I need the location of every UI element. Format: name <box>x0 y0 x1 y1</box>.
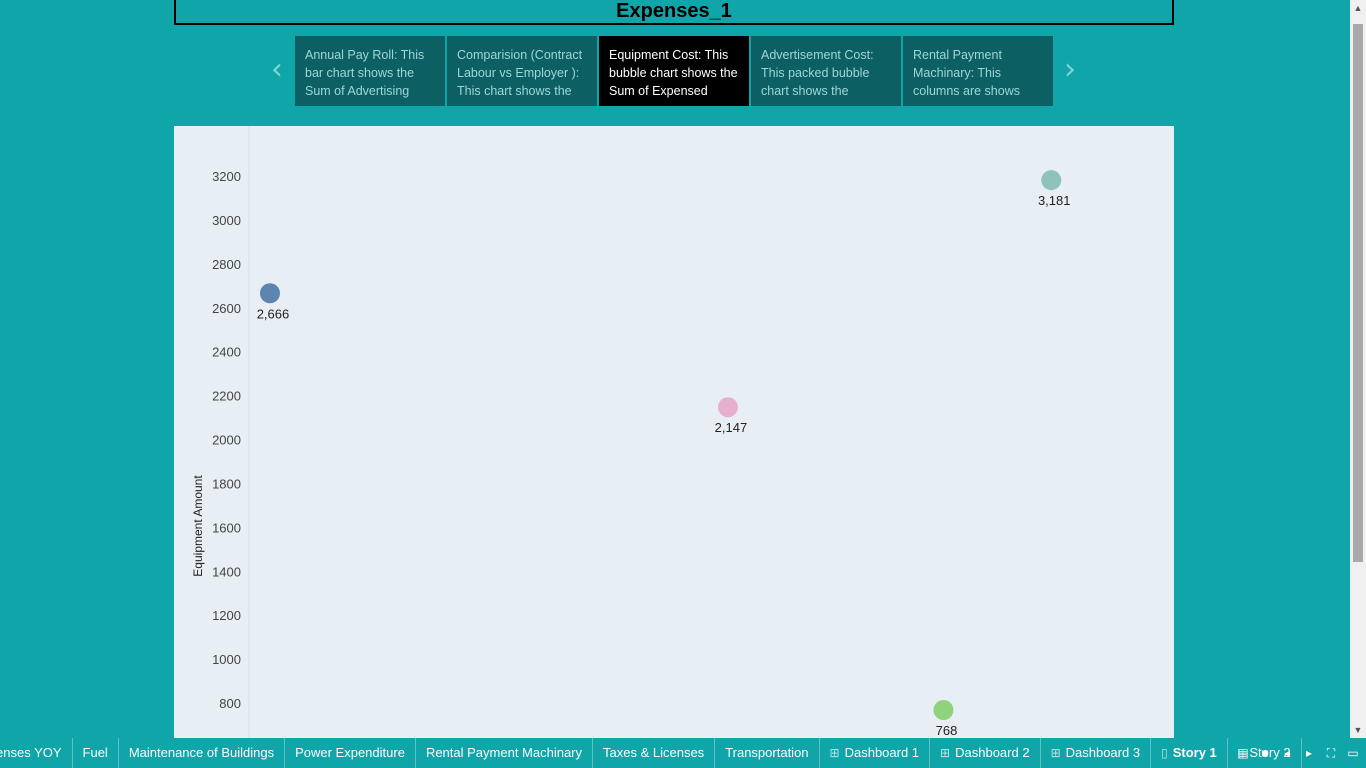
tab-dashboard-3[interactable]: ⊞ Dashboard 3 <box>1041 738 1152 768</box>
tab-transportation[interactable]: Transportation <box>715 738 820 768</box>
tab-expenses-yoy[interactable]: enses YOY <box>0 738 73 768</box>
tab-label: Dashboard 2 <box>955 745 1030 760</box>
chevron-left-icon[interactable]: ‹ <box>266 54 288 86</box>
sheet-controls: ▤ ■ ◂ ▸ ⛶ ▭ <box>1236 738 1360 768</box>
y-tick-label: 2800 <box>212 257 241 272</box>
story-point-1[interactable]: Annual Pay Roll: This bar chart shows th… <box>295 36 445 106</box>
story-point-caption: Annual Pay Roll: This bar chart shows th… <box>305 48 425 98</box>
tab-label: Power Expenditure <box>295 745 405 760</box>
scatter-chart: 800 1000 1200 1400 1600 1800 2000 2200 2400 2600 2… <box>191 126 1071 738</box>
y-tick-label: 2600 <box>212 301 241 316</box>
y-tick-label: 2000 <box>212 433 241 448</box>
data-label: 2,147 <box>715 420 748 435</box>
y-tick-label: 3200 <box>212 169 241 184</box>
story-navigator: Annual Pay Roll: This bar chart shows th… <box>295 36 1053 106</box>
tab-label: Fuel <box>82 745 108 760</box>
story-point-caption: Advertisement Cost: This packed bubble c… <box>761 48 874 98</box>
next-sheet-icon[interactable]: ▸ <box>1302 746 1316 760</box>
tab-story-1[interactable]: ▯ Story 1 <box>1151 738 1228 768</box>
dashboard-icon: ⊞ <box>1050 746 1061 760</box>
tab-label: Transportation <box>725 745 809 760</box>
sheet-tab-bar: enses YOY Fuel Maintenance of Buildings … <box>0 738 1366 768</box>
story-point-5[interactable]: Rental Payment Machinary: This columns a… <box>903 36 1053 106</box>
story-title: Expenses_1 <box>174 0 1174 25</box>
tab-label: Maintenance of Buildings <box>128 745 275 760</box>
tab-label: Dashboard 1 <box>844 745 920 760</box>
chart-panel: 800 1000 1200 1400 1600 1800 2000 2200 2400 2600 2… <box>174 126 1174 738</box>
y-tick-label: 1400 <box>212 564 241 579</box>
scroll-down-icon[interactable]: ▼ <box>1350 722 1366 738</box>
data-point[interactable] <box>259 283 280 304</box>
data-point[interactable] <box>933 700 954 721</box>
data-label: 3,181 <box>1038 193 1071 208</box>
y-tick-label: 2400 <box>212 345 241 360</box>
filmstrip-icon[interactable]: ▤ <box>1236 746 1250 760</box>
tab-fuel[interactable]: Fuel <box>73 738 119 768</box>
story-point-4[interactable]: Advertisement Cost: This packed bubble c… <box>751 36 901 106</box>
data-point[interactable] <box>1041 170 1062 191</box>
tab-taxes-licenses[interactable]: Taxes & Licenses <box>593 738 716 768</box>
y-tick-label: 1600 <box>212 520 241 535</box>
scroll-up-icon[interactable]: ▲ <box>1350 0 1366 16</box>
dashboard-icon: ⊞ <box>829 746 840 760</box>
tab-rental-payment-machinary[interactable]: Rental Payment Machinary <box>416 738 594 768</box>
y-tick-label: 1200 <box>212 608 241 623</box>
tab-label: Story 1 <box>1172 745 1217 760</box>
chevron-right-icon[interactable]: › <box>1059 54 1081 86</box>
tab-label: Taxes & Licenses <box>603 745 705 760</box>
story-point-caption: Rental Payment Machinary: This columns a… <box>913 48 1020 98</box>
data-label: 2,666 <box>257 306 290 321</box>
fullscreen-icon[interactable]: ⛶ <box>1324 746 1338 761</box>
tab-label: enses YOY <box>0 745 62 760</box>
story-icon: ▯ <box>1161 746 1168 760</box>
tab-power-expenditure[interactable]: Power Expenditure <box>285 738 416 768</box>
y-tick-label: 800 <box>219 696 241 711</box>
y-tick-label: 2200 <box>212 389 241 404</box>
tab-dashboard-1[interactable]: ⊞ Dashboard 1 <box>820 738 931 768</box>
y-axis-title: Equipment Amount <box>191 475 205 577</box>
data-point[interactable] <box>717 397 738 418</box>
tab-dashboard-2[interactable]: ⊞ Dashboard 2 <box>930 738 1041 768</box>
y-tick-label: 3000 <box>212 213 241 228</box>
story-point-3[interactable]: Equipment Cost: This bubble chart shows … <box>599 36 749 106</box>
story-point-caption: Equipment Cost: This bubble chart shows … <box>609 48 738 98</box>
tab-label: Dashboard 3 <box>1065 745 1141 760</box>
scroll-thumb[interactable] <box>1353 24 1363 562</box>
y-tick-label: 1000 <box>212 652 241 667</box>
dashboard-icon: ⊞ <box>940 746 951 760</box>
data-label: 768 <box>936 723 958 738</box>
prev-sheet-icon[interactable]: ◂ <box>1280 746 1294 760</box>
tab-view-icon[interactable]: ■ <box>1258 746 1272 760</box>
presentation-icon[interactable]: ▭ <box>1346 746 1360 760</box>
story-point-2[interactable]: Comparision (Contract Labour vs Employer… <box>447 36 597 106</box>
tab-maintenance-of-buildings[interactable]: Maintenance of Buildings <box>119 738 286 768</box>
vertical-scrollbar[interactable]: ▲ ▼ <box>1350 0 1366 738</box>
story-point-caption: Comparision (Contract Labour vs Employer… <box>457 48 583 98</box>
y-tick-label: 1800 <box>212 476 241 491</box>
tab-label: Rental Payment Machinary <box>425 745 583 760</box>
